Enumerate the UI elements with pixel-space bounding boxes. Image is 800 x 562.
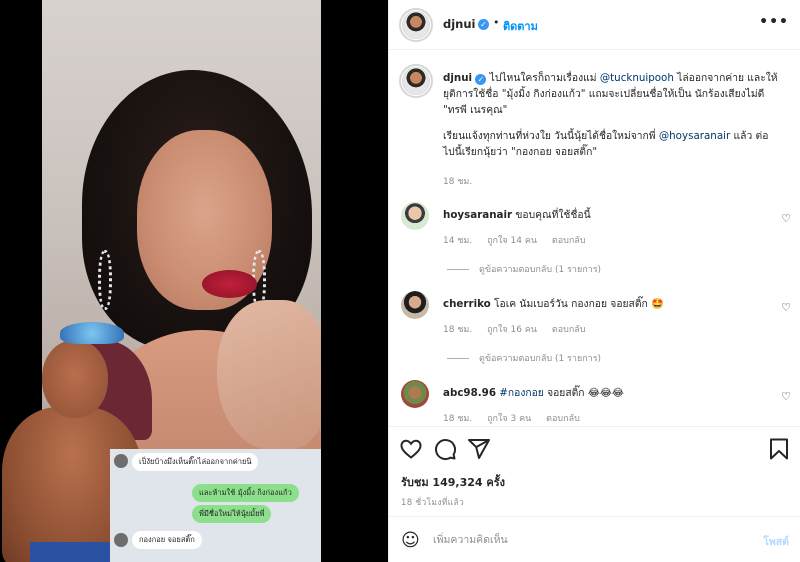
comment-likes[interactable]: ถูกใจ 16 คน [487,325,537,335]
view-replies-button[interactable]: ดูข้อความตอบกลับ (1 รายการ) [447,262,601,276]
post-side-panel: djnui ✓ • ติดตาม ••• djnui ✓ ไปไหนใครก็ถ… [388,0,800,562]
post-timestamp[interactable]: 18 ชั่วโมงที่แล้ว [401,495,464,509]
chat-message: และห้ามใช้ มุ้งมิ้ง กิงก่องแก้ว [192,484,299,502]
comment-username[interactable]: hoysaranair [443,209,512,221]
author-username[interactable]: djnui [443,17,476,31]
view-replies-label: ดูข้อความตอบกลับ (1 รายการ) [479,354,602,364]
comment-likes[interactable]: ถูกใจ 14 คน [487,236,537,246]
avatar[interactable] [402,67,430,95]
comment-username[interactable]: abc98.96 [443,387,496,399]
verified-icon: ✓ [478,19,489,30]
hashtag-link[interactable]: #กองกอย [499,387,544,399]
chat-message: เป็งัยบ้างมึงเห็นติ๊กไล่ออกจากค่ายนิ [132,453,259,471]
avatar[interactable] [401,380,429,408]
share-icon[interactable] [467,437,491,461]
chat-avatar [114,454,128,468]
bookmark-icon[interactable] [767,437,791,461]
comment-likes[interactable]: ถูกใจ 3 คน [487,414,531,424]
avatar[interactable] [401,202,429,230]
woman-hand [217,300,321,450]
comment-time[interactable]: 14 ชม. [443,236,472,246]
caption-time[interactable]: 18 ชม. [443,174,472,188]
caption-segment: ไปไหนใครก็ถามเรื่องแม่ [489,72,600,84]
emoji-icon[interactable]: ☺ [401,530,420,551]
comment-text: cherriko โอเค นัมเบอร์วัน กองกอย จอยสติ๊… [443,295,664,312]
add-comment-bar: ☺ โพสต์ [389,516,800,562]
heart-icon[interactable]: ♡ [781,212,791,225]
comment-time[interactable]: 18 ชม. [443,325,472,335]
comment-meta: 18 ชม. ถูกใจ 3 คน ตอบกลับ [443,411,592,425]
post-media[interactable]: เป็งัยบ้างมึงเห็นติ๊กไล่ออกจากค่ายนิ และ… [0,0,388,562]
view-replies-button[interactable]: ดูข้อความตอบกลับ (1 รายการ) [447,351,601,365]
comment-input[interactable] [433,530,733,550]
view-count[interactable]: รับชม 149,324 ครั้ง [401,473,505,491]
man-shorts [30,542,120,562]
comment-meta: 18 ชม. ถูกใจ 16 คน ตอบกลับ [443,322,598,336]
divider-line [447,358,469,359]
comment: abc98.96 #กองกอย จอยสติ๊ก 😂😂😂 18 ชม. ถูก… [389,380,800,424]
verified-icon: ✓ [475,74,487,85]
caption-segment: ไล่ออกจากค่าย และให้ [673,72,778,84]
view-replies-label: ดูข้อความตอบกลับ (1 รายการ) [479,265,602,275]
caption-username[interactable]: djnui [443,72,472,84]
avatar[interactable] [401,291,429,319]
caption-segment: แล้ว ต่อ [730,130,769,142]
caption-text: เรียนแจ้งทุกท่านที่ห่วงใย วันนี้นุ้ยได้ช… [443,128,779,160]
comment-body: โอเค นัมเบอร์วัน กองกอย จอยสติ๊ก 🤩 [494,298,664,310]
caption-segment: ไปนี้เรียกนุ้ยว่า "กองกอย จอยสติ๊ก" [443,146,598,158]
caption-text: djnui ✓ ไปไหนใครก็ถามเรื่องแม่ @tucknuip… [443,70,779,118]
post-header: djnui ✓ • ติดตาม ••• [389,0,800,50]
action-bar: รับชม 149,324 ครั้ง 18 ชั่วโมงที่แล้ว [389,426,800,516]
reply-button[interactable]: ตอบกลับ [552,325,586,335]
heart-icon[interactable]: ♡ [781,390,791,403]
reply-button[interactable]: ตอบกลับ [546,414,580,424]
comment-text: hoysaranair ขอบคุณที่ใช้ชื่อนี้ [443,206,591,223]
comment-body: จอยสติ๊ก 😂😂😂 [543,387,624,399]
avatar[interactable] [402,11,430,39]
caption-segment: "ทรพี เนรคุณ" [443,104,508,116]
chat-screenshot-overlay: เป็งัยบ้างมึงเห็นติ๊กไล่ออกจากค่ายนิ และ… [110,449,321,562]
comment-meta: 14 ชม. ถูกใจ 14 คน ตอบกลับ [443,233,598,247]
woman-lips [202,270,257,298]
man-head [42,340,108,418]
mention-link[interactable]: @hoysaranair [659,130,730,142]
man-cap [60,322,124,344]
caption-segment: ยุติการใช้ชื่อ "มุ้งมิ้ง กิงก่องแก้ว" แถ… [443,88,765,100]
heart-icon[interactable] [399,437,423,461]
follow-button[interactable]: ติดตาม [503,17,538,35]
caption-segment: เรียนแจ้งทุกท่านที่ห่วงใย วันนี้นุ้ยได้ช… [443,130,659,142]
comment-username[interactable]: cherriko [443,298,491,310]
comment-body: ขอบคุณที่ใช้ชื่อนี้ [515,209,591,221]
more-options-icon[interactable]: ••• [759,14,789,30]
comment: cherriko โอเค นัมเบอร์วัน กองกอย จอยสติ๊… [389,291,800,371]
earring-left [98,250,112,310]
instagram-post-modal: เป็งัยบ้างมึงเห็นติ๊กไล่ออกจากค่ายนิ และ… [0,0,800,562]
chat-message: พี่มีชื่อใหม่ให้นุ้ยมั้ยพี่ [192,505,272,523]
divider-line [447,269,469,270]
chat-message: กองกอย จอยสติ๊ก [132,531,202,549]
chat-avatar [114,533,128,547]
post-comment-button[interactable]: โพสต์ [763,533,789,550]
comment: hoysaranair ขอบคุณที่ใช้ชื่อนี้ 14 ชม. ถ… [389,202,800,282]
reply-button[interactable]: ตอบกลับ [552,236,586,246]
comment-text: abc98.96 #กองกอย จอยสติ๊ก 😂😂😂 [443,384,624,401]
separator-dot: • [493,16,500,29]
mention-link[interactable]: @tucknuipooh [600,72,674,84]
comment-icon[interactable] [433,437,457,461]
heart-icon[interactable]: ♡ [781,301,791,314]
comment-time[interactable]: 18 ชม. [443,414,472,424]
